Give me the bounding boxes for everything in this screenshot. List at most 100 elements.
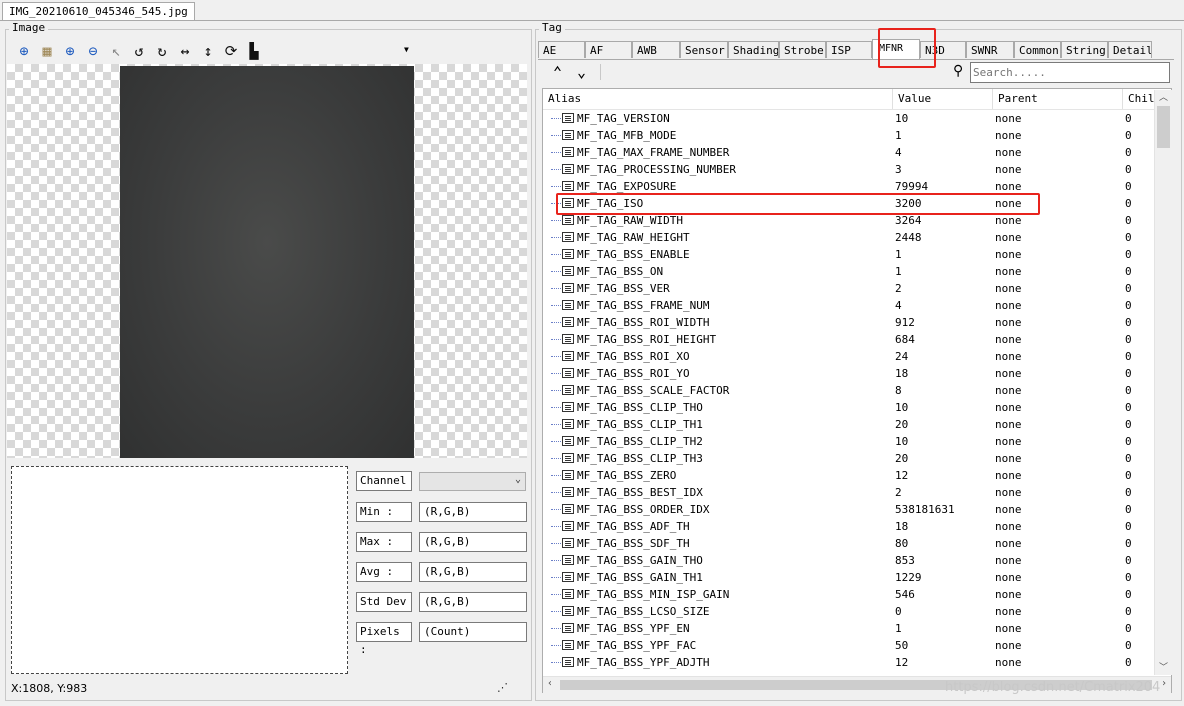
flip-horizontal-icon[interactable]: ↔ <box>175 41 195 61</box>
table-row[interactable]: MF_TAG_BSS_GAIN_THO 853 none 0 <box>543 552 1154 569</box>
row-value: 4 <box>895 299 902 312</box>
tab-isp[interactable]: ISP <box>826 41 872 58</box>
file-tab[interactable]: IMG_20210610_045346_545.jpg <box>2 2 195 21</box>
document-icon <box>562 147 574 157</box>
row-alias: MF_TAG_BSS_ROI_WIDTH <box>577 316 710 329</box>
tab-strobe[interactable]: Strobe <box>779 41 826 58</box>
tree-connector <box>551 135 561 137</box>
table-row[interactable]: MF_TAG_BSS_ROI_YO 18 none 0 <box>543 365 1154 382</box>
tree-connector <box>551 611 561 613</box>
table-row[interactable]: MF_TAG_BSS_YPF_FAC 50 none 0 <box>543 637 1154 654</box>
column-value[interactable]: Value <box>893 89 993 109</box>
fit-icon[interactable]: ⊕ <box>14 41 34 61</box>
table-row[interactable]: MF_TAG_BSS_CLIP_TH3 20 none 0 <box>543 450 1154 467</box>
table-row[interactable]: MF_TAG_MAX_FRAME_NUMBER 4 none 0 <box>543 144 1154 161</box>
table-row[interactable]: MF_TAG_BSS_SDF_TH 80 none 0 <box>543 535 1154 552</box>
scroll-left-icon[interactable]: ‹ <box>547 678 553 689</box>
row-alias: MF_TAG_BSS_ADF_TH <box>577 520 690 533</box>
tree-connector <box>551 271 561 273</box>
table-row[interactable]: MF_TAG_BSS_ROI_XO 24 none 0 <box>543 348 1154 365</box>
rotate-right-icon[interactable]: ↻ <box>152 41 172 61</box>
row-alias: MF_TAG_BSS_ENABLE <box>577 248 690 261</box>
table-row[interactable]: MF_TAG_BSS_YPF_ADJTH 12 none 0 <box>543 654 1154 671</box>
table-row[interactable]: MF_TAG_BSS_MIN_ISP_GAIN 546 none 0 <box>543 586 1154 603</box>
table-row[interactable]: MF_TAG_BSS_ON 1 none 0 <box>543 263 1154 280</box>
collapse-all-icon[interactable]: ⌄ <box>577 63 586 81</box>
table-row[interactable]: MF_TAG_BSS_YPF_EN 1 none 0 <box>543 620 1154 637</box>
document-icon <box>562 232 574 242</box>
tab-ae[interactable]: AE <box>538 41 585 58</box>
table-row[interactable]: MF_TAG_BSS_ZERO 12 none 0 <box>543 467 1154 484</box>
coords-readout: X:1808, Y:983 <box>11 682 88 695</box>
scroll-down-icon[interactable]: ﹀ <box>1159 660 1168 673</box>
tab-common[interactable]: Common <box>1014 41 1061 58</box>
tab-string[interactable]: String <box>1061 41 1108 58</box>
zoom-in-icon[interactable]: ⊕ <box>60 41 80 61</box>
table-row[interactable]: MF_TAG_BSS_SCALE_FACTOR 8 none 0 <box>543 382 1154 399</box>
table-row[interactable]: MF_TAG_PROCESSING_NUMBER 3 none 0 <box>543 161 1154 178</box>
pointer-icon[interactable]: ↖ <box>106 41 126 61</box>
row-child: 0 <box>1125 350 1132 363</box>
table-row[interactable]: MF_TAG_BSS_CLIP_TH2 10 none 0 <box>543 433 1154 450</box>
expand-all-icon[interactable]: ⌃ <box>553 63 562 81</box>
column-parent[interactable]: Parent <box>993 89 1123 109</box>
document-icon <box>562 317 574 327</box>
row-parent: none <box>995 571 1022 584</box>
row-value: 18 <box>895 520 909 533</box>
row-parent: none <box>995 146 1022 159</box>
resize-grip-icon[interactable]: ⋰ <box>497 681 508 694</box>
row-alias: MF_TAG_PROCESSING_NUMBER <box>577 163 736 176</box>
scroll-right-icon[interactable]: › <box>1161 678 1167 689</box>
table-row[interactable]: MF_TAG_BSS_FRAME_NUM 4 none 0 <box>543 297 1154 314</box>
channel-select[interactable]: ⌄ <box>419 472 526 491</box>
rotate-left-icon[interactable]: ↺ <box>129 41 149 61</box>
tab-swnr[interactable]: SWNR <box>966 41 1014 58</box>
table-row[interactable]: MF_TAG_BSS_CLIP_THO 10 none 0 <box>543 399 1154 416</box>
table-row[interactable]: MF_TAG_BSS_LCSO_SIZE 0 none 0 <box>543 603 1154 620</box>
row-child: 0 <box>1125 163 1132 176</box>
table-row[interactable]: MF_TAG_BSS_ROI_HEIGHT 684 none 0 <box>543 331 1154 348</box>
flip-vertical-icon[interactable]: ↕ <box>198 41 218 61</box>
vertical-scrollbar[interactable]: ︿ ﹀ <box>1154 90 1172 675</box>
tree-connector <box>551 237 561 239</box>
table-row[interactable]: MF_TAG_BSS_ROI_WIDTH 912 none 0 <box>543 314 1154 331</box>
table-row[interactable]: MF_TAG_BSS_VER 2 none 0 <box>543 280 1154 297</box>
histogram-icon[interactable]: ▙ <box>244 41 264 61</box>
tree-connector <box>551 577 561 579</box>
row-alias: MF_TAG_MAX_FRAME_NUMBER <box>577 146 730 159</box>
table-row[interactable]: MF_TAG_BSS_ENABLE 1 none 0 <box>543 246 1154 263</box>
zoom-out-icon[interactable]: ⊖ <box>83 41 103 61</box>
column-alias[interactable]: Alias <box>543 89 893 109</box>
grid-icon[interactable]: ▦ <box>37 41 57 61</box>
tab-awb[interactable]: AWB <box>632 41 680 58</box>
tab-detail[interactable]: Detail <box>1108 41 1152 58</box>
table-row[interactable]: MF_TAG_VERSION 10 none 0 <box>543 110 1154 127</box>
table-row[interactable]: MF_TAG_MFB_MODE 1 none 0 <box>543 127 1154 144</box>
row-child: 0 <box>1125 588 1132 601</box>
document-icon <box>562 538 574 548</box>
table-row[interactable]: MF_TAG_BSS_BEST_IDX 2 none 0 <box>543 484 1154 501</box>
tab-sensor[interactable]: Sensor <box>680 41 728 58</box>
tab-af[interactable]: AF <box>585 41 632 58</box>
row-parent: none <box>995 588 1022 601</box>
table-row[interactable]: MF_TAG_RAW_HEIGHT 2448 none 0 <box>543 229 1154 246</box>
search-input[interactable] <box>970 62 1170 83</box>
scroll-up-icon[interactable]: ︿ <box>1159 90 1168 103</box>
tree-connector <box>551 645 561 647</box>
table-row[interactable]: MF_TAG_BSS_GAIN_TH1 1229 none 0 <box>543 569 1154 586</box>
table-row[interactable]: MF_TAG_BSS_ORDER_IDX 538181631 none 0 <box>543 501 1154 518</box>
table-row[interactable]: MF_TAG_BSS_CLIP_TH1 20 none 0 <box>543 416 1154 433</box>
tab-shading[interactable]: Shading <box>728 41 779 58</box>
column-child[interactable]: Chil <box>1123 89 1155 109</box>
row-alias: MF_TAG_BSS_GAIN_THO <box>577 554 703 567</box>
tree-connector <box>551 169 561 171</box>
document-icon <box>562 453 574 463</box>
row-alias: MF_TAG_BSS_CLIP_TH2 <box>577 435 703 448</box>
table-row[interactable]: MF_TAG_BSS_ADF_TH 18 none 0 <box>543 518 1154 535</box>
scroll-thumb[interactable] <box>1157 106 1170 148</box>
dropdown-icon[interactable]: ▼ <box>404 45 409 54</box>
stat-stddev-value: (R,G,B) <box>419 592 527 612</box>
refresh-icon[interactable]: ⟳ <box>221 41 241 61</box>
row-value: 2448 <box>895 231 922 244</box>
row-parent: none <box>995 435 1022 448</box>
